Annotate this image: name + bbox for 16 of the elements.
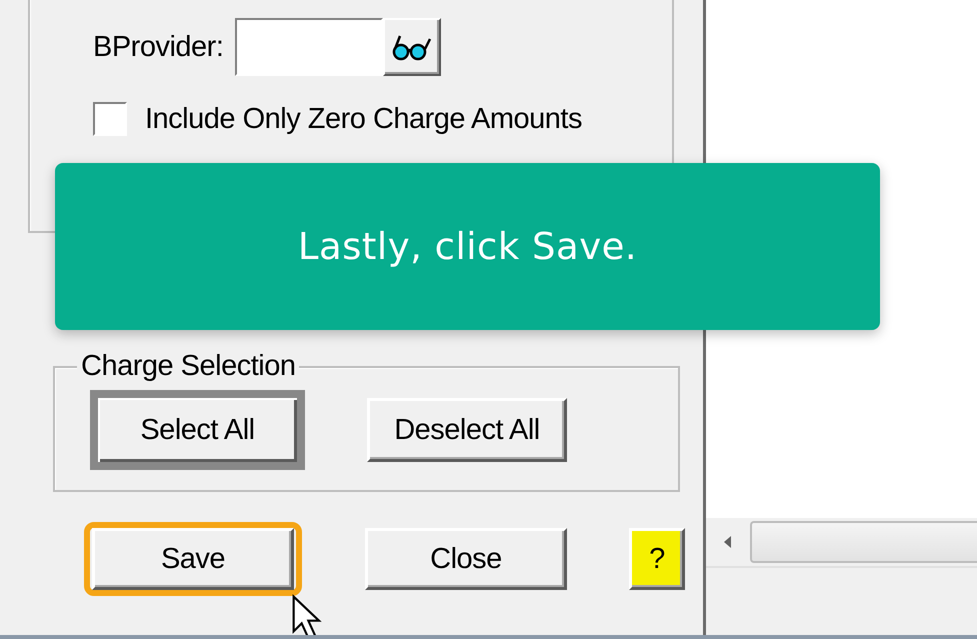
glasses-icon xyxy=(392,33,432,61)
help-button[interactable]: ? xyxy=(629,528,685,590)
checkbox-label: Include Only Zero Charge Amounts xyxy=(145,102,582,136)
provider-label: BProvider: xyxy=(93,30,224,64)
select-all-button[interactable]: Select All xyxy=(90,390,305,470)
left-arrow-icon xyxy=(722,535,732,549)
provider-field[interactable] xyxy=(235,18,384,76)
horizontal-scrollbar[interactable] xyxy=(706,518,977,568)
lookup-button[interactable] xyxy=(383,18,442,76)
cursor-icon xyxy=(290,594,324,635)
close-button[interactable]: Close xyxy=(365,528,567,590)
scroll-thumb[interactable] xyxy=(750,521,977,563)
save-button[interactable]: Save xyxy=(92,528,294,590)
tooltip-text: Lastly, click Save. xyxy=(298,225,638,268)
checkbox[interactable] xyxy=(93,102,127,136)
deselect-all-button[interactable]: Deselect All xyxy=(367,398,567,462)
